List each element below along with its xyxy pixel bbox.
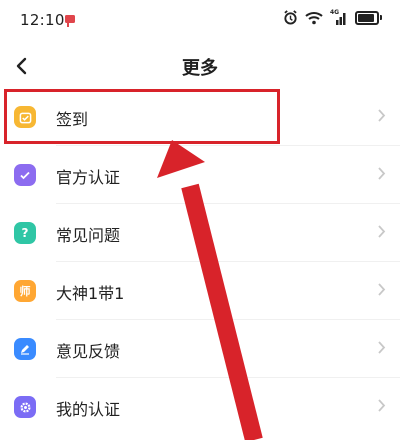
menu-item-my-verification[interactable]: 我的认证 <box>0 378 400 436</box>
menu-item-mentor[interactable]: 师 大神1带1 <box>0 262 400 320</box>
signal-icon: 4G <box>330 8 348 25</box>
checkin-icon <box>14 106 36 128</box>
alarm-icon <box>283 10 298 25</box>
mentor-icon: 师 <box>14 280 36 302</box>
nav-bar: 更多 <box>0 40 400 92</box>
battery-icon <box>355 10 382 25</box>
menu-item-label: 意见反馈 <box>56 342 121 361</box>
status-bar: 12:10 4G <box>0 0 400 40</box>
chevron-right-icon <box>378 341 386 354</box>
question-icon: ? <box>14 222 36 244</box>
status-time: 12:10 <box>20 11 65 29</box>
chevron-right-icon <box>378 167 386 180</box>
pen-icon <box>14 338 36 360</box>
wifi-icon <box>305 11 323 25</box>
signal-label: 4G <box>330 8 340 16</box>
menu-item-label: 我的认证 <box>56 400 121 419</box>
menu-item-label: 常见问题 <box>56 226 121 245</box>
menu-item-checkin[interactable]: 签到 <box>0 88 400 146</box>
check-badge-icon <box>14 164 36 186</box>
menu-item-feedback[interactable]: 意见反馈 <box>0 320 400 378</box>
gear-icon <box>14 396 36 418</box>
chevron-right-icon <box>378 109 386 122</box>
menu-item-official-verification[interactable]: 官方认证 <box>0 146 400 204</box>
notification-icon <box>64 12 76 31</box>
menu-list: 签到 官方认证 ? 常见问题 师 大神1带1 意见反馈 我的认证 <box>0 88 400 436</box>
menu-item-faq[interactable]: ? 常见问题 <box>0 204 400 262</box>
chevron-right-icon <box>378 225 386 238</box>
menu-item-label: 大神1带1 <box>56 284 125 303</box>
page-title: 更多 <box>182 58 218 79</box>
menu-item-label: 签到 <box>56 110 89 129</box>
menu-item-label: 官方认证 <box>56 168 121 187</box>
chevron-right-icon <box>378 283 386 296</box>
chevron-right-icon <box>378 399 386 412</box>
